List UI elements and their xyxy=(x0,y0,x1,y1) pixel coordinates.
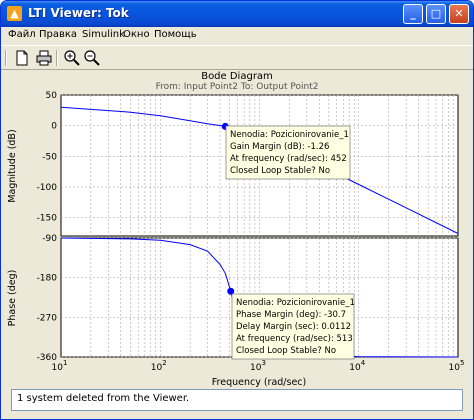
tip-line: At frequency (rad/sec): 513 xyxy=(236,334,353,344)
tip-line: Closed Loop Stable? No xyxy=(236,346,336,356)
window-title: LTI Viewer: Tok xyxy=(28,6,129,20)
lti-viewer-window: ▲ LTI Viewer: Tok _ □ ✕ Файл Правка Simu… xyxy=(0,0,474,420)
toolbar xyxy=(1,45,473,70)
zoom-out-icon[interactable] xyxy=(83,49,101,67)
toolbar-separator xyxy=(5,50,7,66)
phase-tick-label: -270 xyxy=(37,313,58,323)
x-axis-label: Frequency (rad/sec) xyxy=(212,377,307,387)
status-bar: 1 system deleted from the Viewer. xyxy=(11,389,463,411)
phase-tick-label: -90 xyxy=(42,234,57,244)
maximize-button[interactable]: □ xyxy=(426,4,446,24)
phase-tick-label: -180 xyxy=(37,274,58,284)
tip-line: Phase Margin (deg): -30.7 xyxy=(236,310,346,320)
phase-tick-label: -360 xyxy=(37,353,58,363)
x-tick-base: 10 xyxy=(52,363,64,373)
x-tick-exp: 1 xyxy=(63,359,67,367)
bode-plot[interactable]: 50 0 -50 -100 -150 -90 -180 -270 -360 10… xyxy=(1,71,473,387)
menu-window[interactable]: Окно xyxy=(123,29,150,40)
new-file-icon[interactable] xyxy=(13,49,31,67)
x-tick-exp: 5 xyxy=(460,359,464,367)
x-tick-base: 10 xyxy=(250,363,262,373)
menu-help[interactable]: Помощь xyxy=(154,29,197,40)
tip-line: Delay Margin (sec): 0.0112 xyxy=(236,322,351,332)
print-icon[interactable] xyxy=(35,49,53,67)
tip-line: Closed Loop Stable? No xyxy=(230,166,330,176)
menu-bar: Файл Правка Simulink Окно Помощь xyxy=(1,27,473,45)
phase-margin-datatip[interactable]: Nenodia: Pozicionirovanie_1 Phase Margin… xyxy=(231,293,355,360)
gain-margin-datatip[interactable]: Nenodia: Pozicionirovanie_1 Gain Margin … xyxy=(225,125,351,180)
x-tick-base: 10 xyxy=(449,363,461,373)
tip-line: At frequency (rad/sec): 452 xyxy=(230,154,347,164)
x-tick-exp: 2 xyxy=(162,359,166,367)
mag-tick-label: -150 xyxy=(37,214,58,224)
phase-axis-label: Phase (deg) xyxy=(7,270,18,327)
mag-tick-label: 0 xyxy=(51,122,57,132)
bode-figure: Bode Diagram From: Input Point2 To: Outp… xyxy=(1,71,473,387)
x-tick-label: 10 3 xyxy=(250,359,266,373)
x-tick-base: 10 xyxy=(151,363,163,373)
tip-line: Nenodia: Pozicionirovanie_1 xyxy=(236,298,355,308)
toolbar-separator xyxy=(56,50,58,66)
minimize-button[interactable]: _ xyxy=(403,4,423,24)
mag-tick-label: 50 xyxy=(46,91,58,101)
magnitude-axis-label: Magnitude (dB) xyxy=(7,129,18,202)
tip-line: Nenodia: Pozicionirovanie_1 xyxy=(230,130,349,140)
title-bar[interactable]: ▲ LTI Viewer: Tok _ □ ✕ xyxy=(1,1,473,27)
menu-simulink[interactable]: Simulink xyxy=(82,29,125,40)
menu-file[interactable]: Файл xyxy=(8,29,36,40)
x-tick-exp: 3 xyxy=(262,359,266,367)
zoom-in-icon[interactable] xyxy=(63,49,81,67)
close-button[interactable]: ✕ xyxy=(449,4,469,24)
x-tick-exp: 4 xyxy=(361,359,366,367)
x-tick-label: 10 5 xyxy=(449,359,465,373)
mag-tick-label: -100 xyxy=(37,183,58,193)
x-tick-label: 10 4 xyxy=(349,359,365,373)
matlab-icon: ▲ xyxy=(7,6,22,21)
x-tick-label: 10 2 xyxy=(151,359,167,373)
menu-edit[interactable]: Правка xyxy=(39,29,77,40)
mag-tick-label: -50 xyxy=(42,152,57,162)
phase-margin-marker xyxy=(227,287,235,295)
x-tick-base: 10 xyxy=(349,363,361,373)
tip-line: Gain Margin (dB): -1.26 xyxy=(230,142,329,152)
